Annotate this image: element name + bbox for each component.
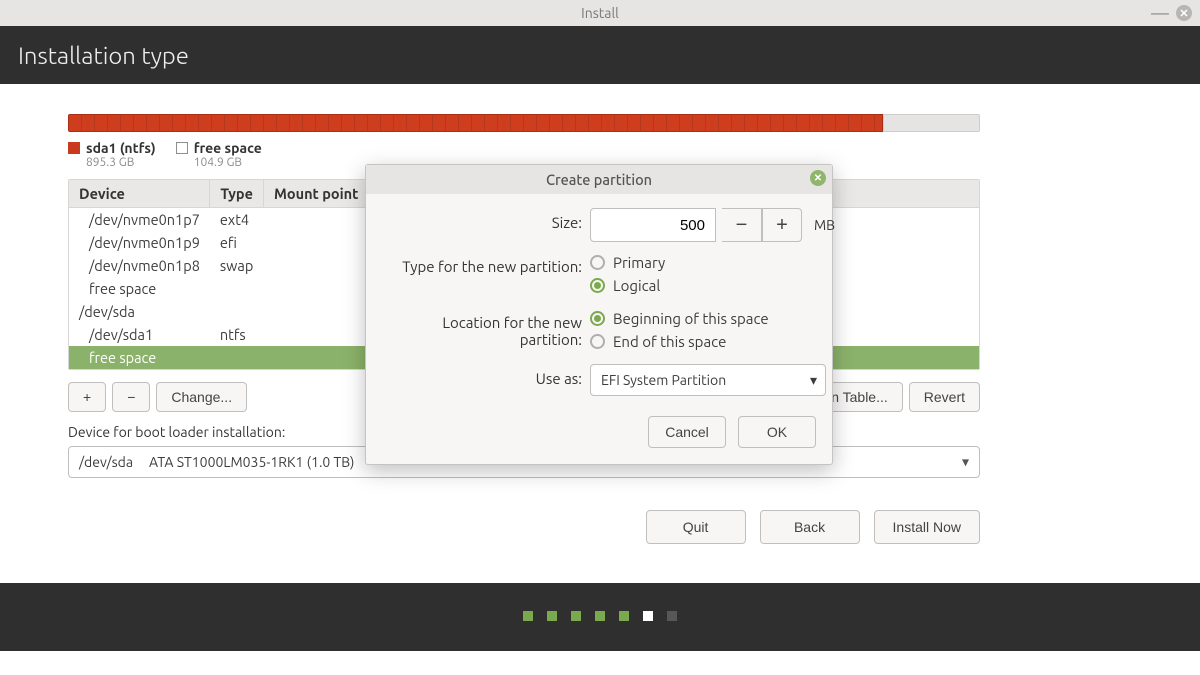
size-input[interactable] [590,208,716,242]
radio-logical[interactable]: Logical [590,275,835,298]
size-unit: MB [814,217,835,233]
radio-checked-icon [590,278,605,293]
create-partition-dialog: Create partition ✕ Size: − + MB Type for… [365,164,833,465]
partition-location-label: Location for the new partition: [382,308,582,348]
size-label: Size: [382,208,582,231]
dialog-cancel-button[interactable]: Cancel [648,416,726,448]
radio-location-begin[interactable]: Beginning of this space [590,308,835,331]
dialog-close-icon[interactable]: ✕ [810,170,826,186]
radio-primary[interactable]: Primary [590,252,835,275]
dialog-ok-button[interactable]: OK [738,416,816,448]
use-as-label: Use as: [382,364,582,387]
partition-type-label: Type for the new partition: [382,252,582,275]
radio-icon [590,334,605,349]
size-increment-button[interactable]: + [762,208,802,242]
dialog-title: Create partition [546,171,652,188]
radio-icon [590,255,605,270]
radio-checked-icon [590,311,605,326]
size-decrement-button[interactable]: − [722,208,762,242]
dialog-titlebar: Create partition ✕ [366,165,832,194]
radio-location-end[interactable]: End of this space [590,331,835,354]
chevron-down-icon: ▾ [810,372,817,389]
use-as-select[interactable]: EFI System Partition ▾ [590,364,826,396]
